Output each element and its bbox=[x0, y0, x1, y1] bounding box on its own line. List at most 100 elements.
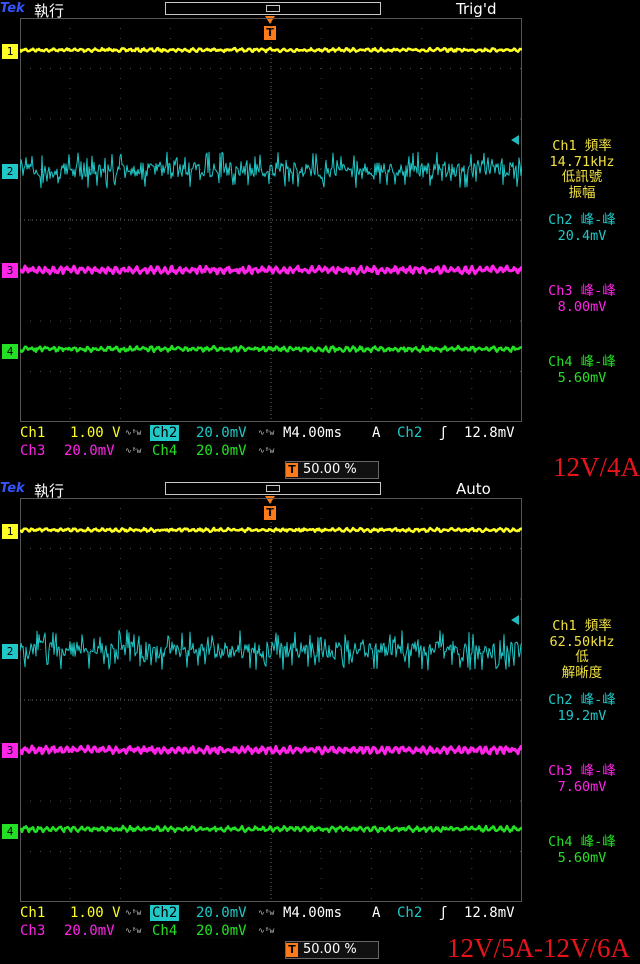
measurement-ch1-value: 62.50kHz bbox=[549, 633, 615, 650]
trigger-source[interactable]: Ch2 bbox=[395, 905, 424, 921]
ch1-label[interactable]: Ch1 bbox=[18, 905, 47, 921]
trigger-level[interactable]: 12.8mV bbox=[462, 905, 517, 921]
measurement-ch4-value: 5.60mV bbox=[557, 369, 607, 386]
waveform-svg bbox=[20, 498, 522, 902]
waveform-graticule[interactable] bbox=[20, 18, 522, 422]
rising-edge-icon: ʃ bbox=[439, 905, 448, 921]
scope-screen-bottom: Tek 執行 Auto T 1 2 3 4 Ch1 頻率 62.50kHz 低 … bbox=[0, 480, 640, 963]
ch1-scale[interactable]: 1.00 V bbox=[70, 905, 121, 921]
measurement-ch2: Ch2 峰-峰 20.4mV bbox=[524, 212, 640, 244]
measurement-ch2: Ch2 峰-峰 19.2mV bbox=[524, 692, 640, 724]
waveform-svg bbox=[20, 18, 522, 422]
bw-limit-icon: ∿ᴮw bbox=[125, 428, 142, 437]
trigger-status: Auto bbox=[456, 480, 491, 498]
bw-limit-icon: ∿ᴮw bbox=[258, 908, 275, 917]
measurement-ch3-label: Ch3 峰-峰 bbox=[548, 763, 616, 779]
record-length-bar bbox=[165, 2, 381, 15]
ch2-scale[interactable]: 20.0mV bbox=[196, 905, 247, 921]
ch3-trace bbox=[20, 744, 522, 756]
measurement-ch2-label: Ch2 峰-峰 bbox=[548, 212, 616, 228]
ch3-marker[interactable]: 3 bbox=[2, 743, 18, 758]
measurement-ch3: Ch3 峰-峰 7.60mV bbox=[524, 763, 640, 795]
measurement-ch3: Ch3 峰-峰 8.00mV bbox=[524, 283, 640, 315]
measurement-ch1-note1: 低訊號 bbox=[561, 169, 603, 185]
trigger-level-marker-icon[interactable] bbox=[511, 615, 519, 625]
record-view-window bbox=[266, 485, 280, 492]
trigger-level[interactable]: 12.8mV bbox=[462, 425, 517, 441]
measurement-ch1: Ch1 頻率 62.50kHz 低 解晰度 bbox=[524, 618, 640, 681]
measurement-ch2-value: 20.4mV bbox=[557, 227, 607, 244]
rising-edge-icon: ʃ bbox=[439, 425, 448, 441]
ch1-scale[interactable]: 1.00 V bbox=[70, 425, 121, 441]
measurement-ch3-value: 7.60mV bbox=[557, 778, 607, 795]
ch4-scale[interactable]: 20.0mV bbox=[196, 923, 247, 939]
trigger-position-value: 50.00 % bbox=[303, 462, 357, 477]
measurement-ch4-value: 5.60mV bbox=[557, 849, 607, 866]
brand-logo: Tek bbox=[0, 1, 25, 16]
ch1-marker[interactable]: 1 bbox=[2, 44, 18, 59]
measurement-ch1-label: Ch1 頻率 bbox=[552, 618, 612, 634]
ch4-label[interactable]: Ch4 bbox=[150, 443, 179, 459]
trigger-level-marker-icon[interactable] bbox=[511, 135, 519, 145]
trigger-status: Trig'd bbox=[456, 0, 497, 18]
trigger-t-icon: T bbox=[286, 463, 298, 477]
ch1-label[interactable]: Ch1 bbox=[18, 425, 47, 441]
ch2-marker[interactable]: 2 bbox=[2, 644, 18, 659]
measurement-ch1-note2: 解晰度 bbox=[561, 664, 603, 681]
ch2-label[interactable]: Ch2 bbox=[150, 425, 180, 441]
measurement-ch4: Ch4 峰-峰 5.60mV bbox=[524, 354, 640, 386]
measurement-ch3-value: 8.00mV bbox=[557, 298, 607, 315]
ch3-scale[interactable]: 20.0mV bbox=[64, 443, 115, 459]
load-caption: 12V/5A-12V/6A bbox=[447, 933, 630, 963]
measurement-ch4-label: Ch4 峰-峰 bbox=[548, 354, 616, 370]
ch2-marker[interactable]: 2 bbox=[2, 164, 18, 179]
bw-limit-icon: ∿ᴮw bbox=[258, 446, 275, 455]
measurement-ch2-label: Ch2 峰-峰 bbox=[548, 692, 616, 708]
trigger-position-readout[interactable]: T 50.00 % bbox=[285, 941, 379, 959]
trigger-position-readout[interactable]: T 50.00 % bbox=[285, 461, 379, 479]
measurement-ch1-note1: 低 bbox=[575, 649, 589, 665]
measurement-ch2-value: 19.2mV bbox=[557, 707, 607, 724]
timebase[interactable]: M4.00ms bbox=[281, 425, 344, 441]
measurement-ch1-label: Ch1 頻率 bbox=[552, 138, 612, 154]
load-caption: 12V/4A bbox=[553, 452, 640, 482]
bw-limit-icon: ∿ᴮw bbox=[258, 428, 275, 437]
ch4-trace bbox=[20, 824, 522, 834]
ch2-trace bbox=[20, 629, 522, 671]
timebase[interactable]: M4.00ms bbox=[281, 905, 344, 921]
top-bar: Tek 執行 Trig'd bbox=[0, 0, 640, 24]
ch1-marker[interactable]: 1 bbox=[2, 524, 18, 539]
ch4-marker[interactable]: 4 bbox=[2, 824, 18, 839]
measurement-ch4-label: Ch4 峰-峰 bbox=[548, 834, 616, 850]
ch1-trace bbox=[20, 46, 522, 54]
trigger-coupling: A bbox=[372, 905, 381, 921]
trigger-coupling: A bbox=[372, 425, 381, 441]
ch3-label[interactable]: Ch3 bbox=[18, 443, 47, 459]
top-bar: Tek 執行 Auto bbox=[0, 480, 640, 504]
ch4-scale[interactable]: 20.0mV bbox=[196, 443, 247, 459]
scope-screen-top: Tek 執行 Trig'd T 1 2 3 4 Ch1 頻率 14.71kHz … bbox=[0, 0, 640, 482]
bw-limit-icon: ∿ᴮw bbox=[125, 446, 142, 455]
ch4-trace bbox=[20, 344, 522, 354]
ch4-marker[interactable]: 4 bbox=[2, 344, 18, 359]
measurement-ch3-label: Ch3 峰-峰 bbox=[548, 283, 616, 299]
ch2-label[interactable]: Ch2 bbox=[150, 905, 180, 921]
measurement-ch4: Ch4 峰-峰 5.60mV bbox=[524, 834, 640, 866]
ch2-scale[interactable]: 20.0mV bbox=[196, 425, 247, 441]
trigger-t-icon: T bbox=[286, 943, 298, 957]
ch3-trace bbox=[20, 264, 522, 276]
ch3-marker[interactable]: 3 bbox=[2, 263, 18, 278]
status-row-2: Ch3 20.0mV ∿ᴮw Ch4 20.0mV ∿ᴮw bbox=[0, 443, 640, 461]
ch4-label[interactable]: Ch4 bbox=[150, 923, 179, 939]
measurement-ch1-note2: 振幅 bbox=[568, 184, 596, 201]
bw-limit-icon: ∿ᴮw bbox=[125, 926, 142, 935]
bw-limit-icon: ∿ᴮw bbox=[258, 926, 275, 935]
measurement-ch1: Ch1 頻率 14.71kHz 低訊號 振幅 bbox=[524, 138, 640, 201]
status-row-1: Ch1 1.00 V ∿ᴮw Ch2 20.0mV ∿ᴮw M4.00ms A … bbox=[0, 905, 640, 923]
status-row-1: Ch1 1.00 V ∿ᴮw Ch2 20.0mV ∿ᴮw M4.00ms A … bbox=[0, 425, 640, 443]
trigger-source[interactable]: Ch2 bbox=[395, 425, 424, 441]
ch3-label[interactable]: Ch3 bbox=[18, 923, 47, 939]
ch3-scale[interactable]: 20.0mV bbox=[64, 923, 115, 939]
ch1-trace bbox=[20, 526, 522, 534]
waveform-graticule[interactable] bbox=[20, 498, 522, 902]
